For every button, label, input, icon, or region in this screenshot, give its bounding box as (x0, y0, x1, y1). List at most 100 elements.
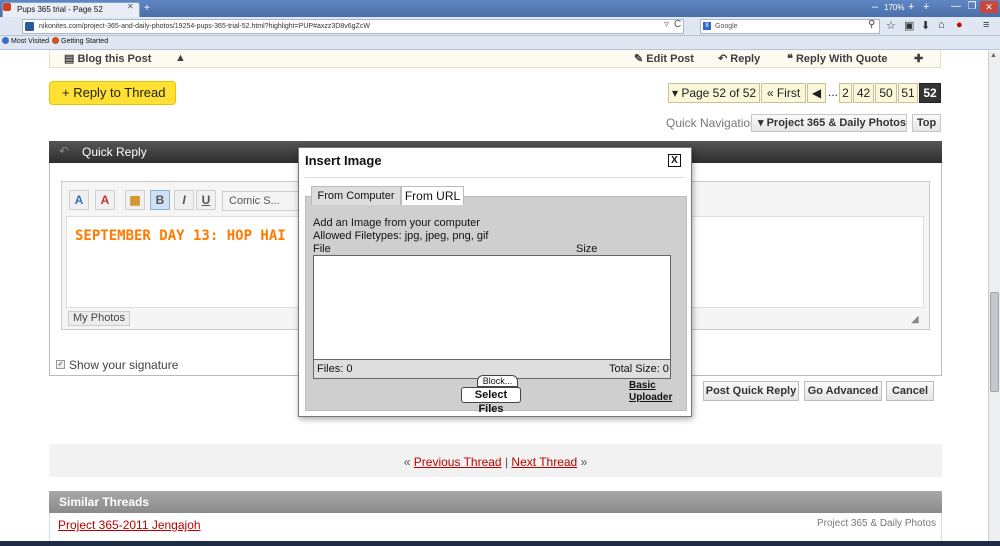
site-identity-icon[interactable] (25, 22, 34, 31)
tab-from-url[interactable]: From URL (401, 186, 464, 205)
blog-post-button[interactable]: ▤ Blog this Post (64, 52, 151, 65)
block-button[interactable]: Block... (477, 375, 518, 387)
previous-page-icon[interactable]: ◀ (807, 83, 826, 103)
add-icon[interactable]: + (923, 1, 929, 13)
italic-icon[interactable]: I (174, 190, 194, 210)
similar-thread-link[interactable]: Project 365-2011 Jengajoh (58, 518, 201, 532)
pencil-icon: ✎ (634, 53, 647, 65)
browser-tab[interactable]: Pups 365 trial - Page 52 (2, 2, 140, 17)
show-signature-label: Show your signature (69, 358, 179, 372)
firefox-icon (52, 37, 59, 44)
underline-icon[interactable]: U (196, 190, 216, 210)
pagination-ellipsis: ... (827, 85, 838, 99)
font-size-icon[interactable]: A (69, 190, 89, 210)
home-icon[interactable]: ⌂ (938, 19, 945, 31)
zoom-in-button[interactable]: + (908, 1, 914, 13)
bookmark-label: Getting Started (61, 38, 109, 45)
forum-jump-value: Project 365 & Daily Photos (766, 117, 906, 129)
go-advanced-button[interactable]: Go Advanced (804, 381, 882, 401)
select-files-button[interactable]: Select Files (461, 387, 521, 415)
next-thread-link[interactable]: Next Thread (511, 455, 577, 469)
column-header-size: Size (576, 243, 598, 255)
folder-icon (2, 37, 9, 44)
report-icon[interactable]: ▲ (175, 52, 186, 64)
basic-uploader-link[interactable]: Basic Uploader (629, 380, 672, 404)
menu-icon[interactable]: ≡ (983, 19, 989, 31)
next-arrow: » (580, 455, 588, 469)
page-50-button[interactable]: 50 (875, 83, 897, 103)
window-close-button[interactable]: ✕ (980, 1, 998, 13)
bookmark-star-icon[interactable]: ☆ (886, 19, 896, 32)
bookmark-label: Most Visited (11, 38, 49, 45)
dialog-divider (305, 177, 685, 178)
page-label: Page 52 of 52 (681, 86, 757, 100)
column-header-file: File (313, 243, 331, 255)
dropdown-arrow-icon[interactable]: ▿ (664, 19, 669, 30)
zoom-out-button[interactable]: – (872, 1, 878, 13)
taskbar (0, 541, 1000, 546)
my-photos-button[interactable]: My Photos (68, 311, 130, 326)
reply-to-thread-button[interactable]: + Reply to Thread (49, 81, 176, 105)
dialog-title: Insert Image (305, 153, 382, 168)
edit-post-button[interactable]: ✎ Edit Post (634, 52, 694, 65)
addon-icon[interactable]: ● (956, 19, 963, 31)
multi-quote-icon[interactable]: ✚ (914, 52, 923, 65)
reply-with-quote-button[interactable]: ❝ Reply With Quote (787, 52, 888, 65)
zoom-level: 170% (884, 3, 905, 12)
search-engine-icon[interactable]: 8 (703, 22, 711, 30)
new-tab-button[interactable]: + (144, 3, 150, 14)
edit-label: Edit Post (646, 53, 694, 65)
bookmark-most-visited[interactable]: Most Visited (2, 37, 49, 45)
upload-instructions: Add an Image from your computer (313, 217, 480, 229)
minimize-button[interactable]: — (948, 1, 964, 13)
similar-thread-forum: Project 365 & Daily Photos (817, 518, 936, 529)
reload-icon[interactable]: C (674, 19, 681, 30)
reply-button[interactable]: ↶ Reply (718, 52, 760, 65)
similar-threads-header: Similar Threads (49, 491, 942, 513)
tab-from-computer[interactable]: From Computer (311, 186, 401, 205)
previous-thread-link[interactable]: Previous Thread (414, 455, 502, 469)
close-icon[interactable]: X (668, 154, 681, 167)
search-icon[interactable]: ⚲ (868, 19, 875, 30)
page-2-button[interactable]: 2 (839, 83, 852, 103)
forum-jump-select[interactable]: ▾ Project 365 & Daily Photos (751, 114, 907, 132)
maximize-button[interactable]: ❐ (964, 1, 980, 13)
reply-quote-label: Reply With Quote (795, 53, 888, 65)
browser-titlebar (0, 0, 1000, 17)
bold-icon[interactable]: B (150, 190, 170, 210)
prev-arrow: « (403, 455, 411, 469)
address-bar[interactable]: nikonites.com/project-365-and-daily-phot… (22, 19, 684, 34)
close-tab-icon[interactable]: ✕ (127, 2, 134, 11)
reply-label: Reply (730, 53, 761, 65)
reply-arrow-icon: ↶ (59, 144, 70, 158)
tab-title: Pups 365 trial - Page 52 (17, 5, 103, 14)
resize-grip-icon[interactable]: ◢ (911, 314, 919, 325)
font-color-icon[interactable]: A (95, 190, 115, 210)
top-button[interactable]: Top (912, 114, 941, 132)
bookmarks-bar (0, 36, 1000, 50)
download-icon[interactable]: ⬇ (921, 19, 930, 32)
search-input[interactable]: Google (700, 19, 880, 34)
file-list (313, 255, 671, 360)
show-signature-checkbox[interactable]: ✓ (56, 360, 65, 369)
font-family-select[interactable]: Comic S... (222, 191, 300, 211)
bookmarks-menu-icon[interactable]: ▣ (904, 19, 914, 32)
message-text: SEPTEMBER DAY 13: HOP HAI (75, 228, 286, 244)
scroll-up-icon[interactable]: ▲ (990, 52, 997, 59)
thread-navigation: « Previous Thread | Next Thread » (49, 444, 942, 477)
basic-label: Basic (629, 380, 656, 391)
post-quick-reply-button[interactable]: Post Quick Reply (703, 381, 799, 401)
scrollbar-thumb[interactable] (990, 292, 999, 392)
first-page-button[interactable]: « First (761, 83, 806, 103)
favicon-icon (3, 3, 11, 11)
blog-label: Blog this Post (77, 53, 152, 65)
bookmark-getting-started[interactable]: Getting Started (52, 37, 108, 45)
paste-icon[interactable]: ▦ (125, 190, 145, 210)
page-42-button[interactable]: 42 (853, 83, 874, 103)
page-selector[interactable]: ▾ Page 52 of 52 (668, 83, 760, 103)
page-51-button[interactable]: 51 (898, 83, 918, 103)
cancel-button[interactable]: Cancel (886, 381, 934, 401)
first-label: First (776, 86, 801, 100)
uploader-label: Uploader (629, 392, 673, 403)
total-size: Total Size: 0 (609, 363, 669, 375)
